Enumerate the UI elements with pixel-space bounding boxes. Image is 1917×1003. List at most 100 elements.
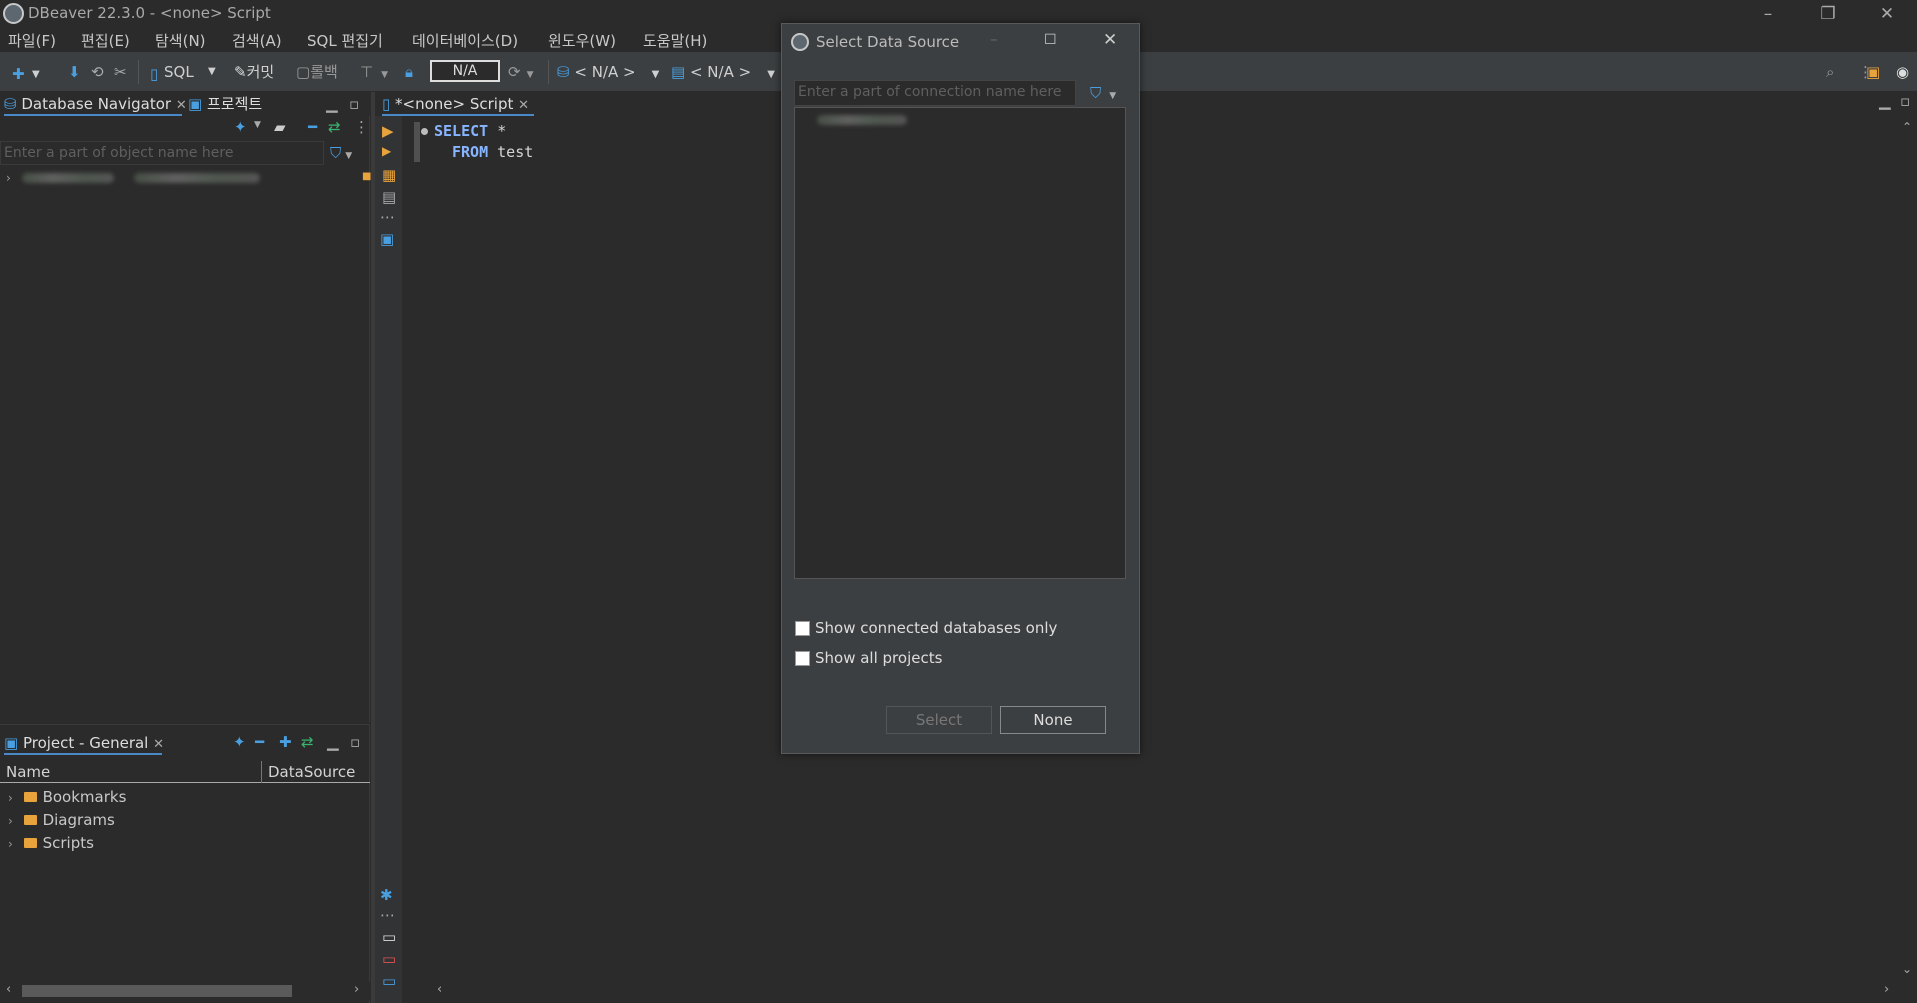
menu-window[interactable]: 윈도우(W) [548, 30, 616, 51]
scroll-right-icon[interactable]: › [1884, 982, 1889, 997]
schema-selector[interactable]: ▤ < N/A > ▼ [671, 62, 775, 82]
project-item-bookmarks[interactable]: › Bookmarks [8, 786, 126, 808]
expand-chevron-icon[interactable]: › [8, 837, 13, 851]
minimize-panel-icon[interactable]: ▁ [327, 733, 339, 751]
menu-file[interactable]: 파일(F) [8, 30, 56, 51]
show-connected-only-checkbox[interactable] [795, 621, 810, 636]
execute-statement-icon[interactable]: ▶ [382, 122, 394, 140]
connection-filter-field[interactable] [794, 80, 1076, 106]
maximize-editor-icon[interactable]: ▫ [1900, 92, 1910, 110]
select-button[interactable]: Select [886, 706, 992, 734]
rollback-button[interactable]: ▢롤백 [296, 62, 338, 82]
close-tab-icon[interactable]: ✕ [153, 737, 164, 752]
close-button[interactable]: ✕ [1857, 0, 1917, 28]
editor-vertical-scrollbar[interactable]: ⌃ ⌄ [1898, 120, 1917, 982]
dialog-minimize-icon[interactable]: – [990, 30, 998, 48]
show-all-projects-checkbox[interactable] [795, 651, 810, 666]
close-tab-icon[interactable]: ✕ [176, 98, 187, 113]
restore-button[interactable]: ❐ [1798, 0, 1858, 28]
menu-database[interactable]: 데이터베이스(D) [412, 30, 518, 51]
terminal-icon[interactable]: ▣ [380, 230, 394, 248]
datasource-selector[interactable]: ⛁ < N/A > ▼ [557, 62, 659, 82]
menu-search[interactable]: 검색(A) [232, 30, 282, 51]
code-line-2[interactable]: FROM test [452, 143, 533, 161]
execute-in-new-tab-icon[interactable]: ▶ [382, 144, 391, 158]
scrollbar-thumb[interactable] [22, 985, 292, 997]
collapse-icon[interactable]: ━ [255, 733, 264, 751]
project-item-diagrams[interactable]: › Diagrams [8, 809, 115, 831]
disconnect-button[interactable]: ✂ [114, 62, 127, 82]
code-line-1[interactable]: SELECT * [434, 122, 506, 140]
output-icon[interactable]: ▭ [382, 928, 396, 946]
project-item-scripts[interactable]: › Scripts [8, 832, 94, 854]
column-datasource[interactable]: DataSource [268, 763, 355, 781]
connection-filter-input[interactable] [798, 81, 1075, 103]
navigator-filter-input[interactable] [4, 142, 323, 164]
tab-database-navigator[interactable]: ⛁ Database Navigator ✕ [4, 92, 187, 116]
transaction-mode-field[interactable]: N/A [430, 60, 500, 82]
commit-button[interactable]: ✎커밋 [234, 62, 274, 82]
execute-script-icon[interactable]: ▦ [382, 166, 396, 184]
configure-icon[interactable]: ✦ [233, 733, 246, 751]
statistics-icon[interactable]: ▭ [382, 972, 396, 990]
editor-horizontal-scrollbar[interactable]: ‹ › [432, 982, 1898, 1000]
scroll-right-icon[interactable]: › [354, 982, 359, 997]
filter-settings-button[interactable]: ⛉ ▼ [330, 144, 352, 162]
collapse-all-icon[interactable]: ━ [308, 118, 317, 136]
menu-navigate[interactable]: 탐색(N) [155, 30, 206, 51]
sql-editor-button[interactable]: ▯ SQL [150, 62, 194, 83]
connection-list-item[interactable] [817, 108, 907, 130]
search-button[interactable]: ⌕ [1826, 62, 1834, 82]
column-divider[interactable] [261, 761, 262, 783]
panel-splitter[interactable] [371, 92, 375, 1003]
show-all-projects-label[interactable]: Show all projects [815, 649, 942, 667]
minimize-editor-icon[interactable]: ▁ [1879, 92, 1891, 110]
maximize-panel-icon[interactable]: ▫ [349, 92, 359, 116]
menu-help[interactable]: 도움말(H) [643, 30, 707, 51]
invalidate-button[interactable]: ⟲ [91, 62, 104, 82]
view-menu-icon[interactable]: ⋮ [354, 118, 369, 136]
expand-chevron-icon[interactable]: › [8, 791, 13, 805]
dialog-close-icon[interactable]: ✕ [1103, 30, 1117, 50]
sql-dropdown-chevron-icon[interactable]: ▼ [208, 62, 216, 82]
menu-edit[interactable]: 편집(E) [81, 30, 130, 51]
open-perspective-button[interactable]: ▣ [1866, 62, 1880, 82]
dialog-filter-button[interactable]: ⛉ ▼ [1090, 84, 1116, 102]
column-name[interactable]: Name [6, 763, 50, 781]
navigator-filter-field[interactable] [0, 141, 324, 165]
link-editor-icon[interactable]: ⇄ [301, 733, 314, 751]
dialog-maximize-icon[interactable]: ☐ [1044, 32, 1057, 48]
maximize-panel-icon[interactable]: ▫ [350, 733, 360, 751]
settings-gear-icon[interactable]: ✱ [380, 886, 393, 904]
more-icon[interactable]: ⋯ [380, 208, 395, 226]
connect-button[interactable]: ⬇ [68, 62, 81, 82]
explain-plan-icon[interactable]: ▤ [382, 188, 396, 206]
none-button[interactable]: None [1000, 706, 1106, 734]
scroll-left-icon[interactable]: ‹ [6, 982, 11, 997]
menu-sql-editor[interactable]: SQL 편집기 [307, 30, 383, 51]
dbeaver-perspective-button[interactable]: ◉ [1896, 62, 1909, 82]
project-horizontal-scrollbar[interactable]: ‹ › [0, 982, 370, 1000]
scroll-up-icon[interactable]: ⌃ [1902, 120, 1912, 134]
transaction-mode-button[interactable]: ⊤ ▼ [360, 62, 388, 82]
connection-list[interactable] [794, 107, 1126, 579]
expand-chevron-icon[interactable]: › [6, 171, 11, 185]
link-editor-icon[interactable]: ⇄ [328, 118, 341, 136]
scroll-down-icon[interactable]: ⌄ [1902, 962, 1912, 976]
tab-projects[interactable]: ▣ 프로젝트 [188, 92, 262, 116]
chevron-down-icon[interactable]: ▼ [254, 120, 261, 130]
new-connection-button[interactable]: ✚ ▼ [12, 62, 40, 83]
expand-icon[interactable]: ✚ [279, 733, 292, 751]
tab-project-general[interactable]: ▣ Project - General ✕ [4, 731, 164, 755]
folding-marker-icon[interactable] [421, 128, 428, 135]
scroll-left-icon[interactable]: ‹ [437, 982, 442, 997]
connection-tree-item[interactable]: › ■ [6, 166, 371, 188]
more-icon[interactable]: ⋯ [380, 906, 395, 924]
tab-script-editor[interactable]: ▯ *<none> Script ✕ [382, 92, 534, 116]
lock-button[interactable]: 🔒︎ [405, 62, 413, 82]
minimize-button[interactable]: – [1738, 0, 1798, 28]
show-connected-only-label[interactable]: Show connected databases only [815, 619, 1057, 637]
history-button[interactable]: ⟳ ▼ [508, 62, 534, 82]
error-log-icon[interactable]: ▭ [382, 950, 396, 968]
new-connection-icon[interactable]: ✦ [234, 118, 247, 136]
